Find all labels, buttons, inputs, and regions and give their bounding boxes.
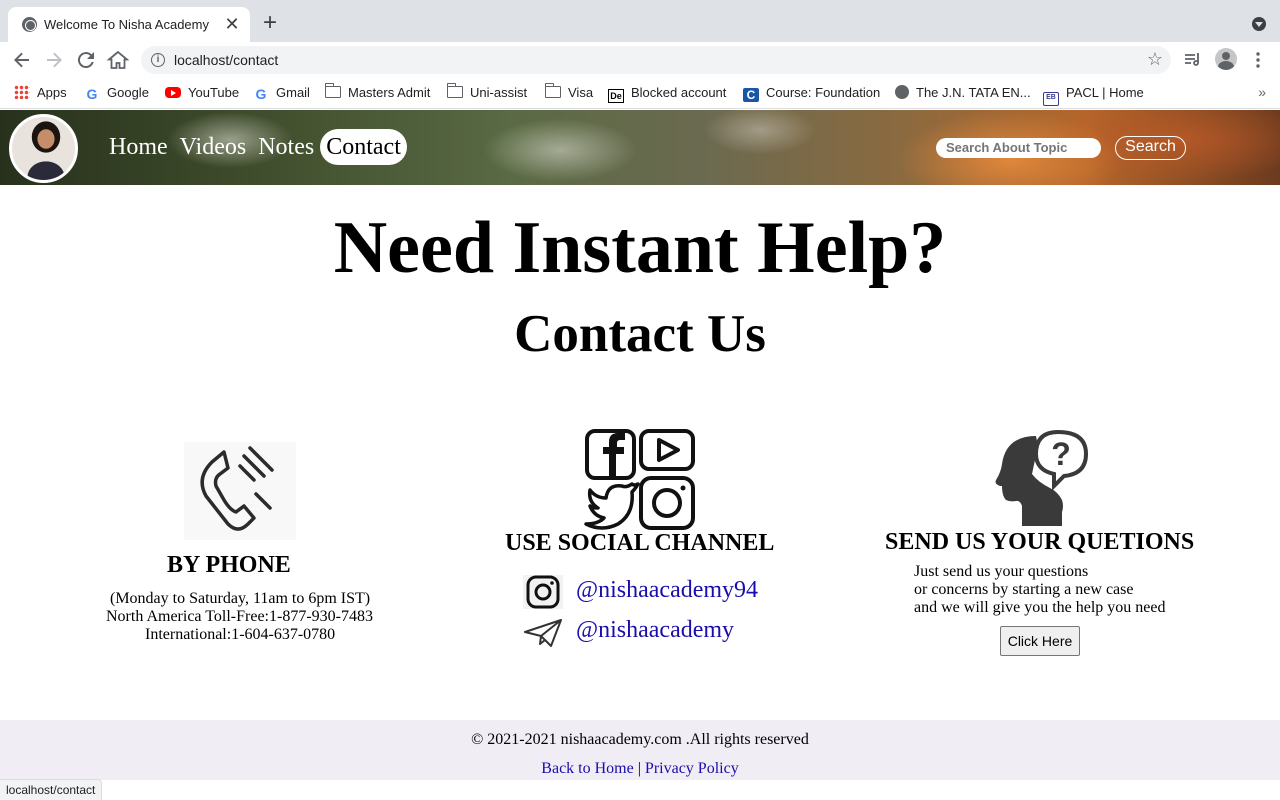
bookmarks-bar: Apps G Google YouTube G Gmail Masters Admi… xyxy=(0,78,1280,109)
svg-text:?: ? xyxy=(1051,436,1071,472)
site-footer: © 2021-2021 nishaacademy.com .All rights… xyxy=(0,720,1280,780)
reload-icon[interactable] xyxy=(74,48,98,72)
bookmark-jn-tata[interactable]: The J.N. TATA EN... xyxy=(895,84,1031,104)
menu-dots-icon[interactable] xyxy=(1246,48,1270,72)
privacy-policy-link[interactable]: Privacy Policy xyxy=(645,760,739,777)
footer-links: Back to Home | Privacy Policy xyxy=(0,760,1280,778)
bookmark-blocked-account[interactable]: De Blocked account xyxy=(608,84,726,104)
bookmark-pacl-home[interactable]: EB PACL | Home xyxy=(1043,84,1144,106)
site-header: Home Videos Notes Contact Search xyxy=(0,110,1280,185)
questions-title: SEND US YOUR QUETIONS xyxy=(885,529,1195,555)
telegram-icon[interactable] xyxy=(523,616,563,648)
bookmarks-overflow-icon[interactable]: » xyxy=(1258,84,1266,100)
questions-line-1: Just send us your questions xyxy=(914,563,1089,580)
instagram-icon[interactable] xyxy=(523,575,563,609)
coursera-icon: C xyxy=(743,88,759,102)
back-to-home-link[interactable]: Back to Home xyxy=(541,760,633,777)
telegram-link[interactable]: @nishaacademy xyxy=(576,617,734,644)
questions-line-3: and we will give you the help you need xyxy=(914,599,1166,616)
folder-icon xyxy=(446,83,463,98)
address-bar[interactable]: i localhost/contact ☆ xyxy=(141,46,1171,74)
social-title: USE SOCIAL CHANNEL xyxy=(505,530,775,556)
tab-close-button[interactable]: ✕ xyxy=(222,14,242,34)
nav-contact[interactable]: Contact xyxy=(320,129,407,165)
bookmark-course-foundation[interactable]: C Course: Foundation xyxy=(743,84,880,104)
phone-toll-free: North America Toll-Free:1-877-930-7483 xyxy=(106,608,373,625)
phone-hours: (Monday to Saturday, 11am to 6pm IST) xyxy=(110,590,371,607)
folder-icon xyxy=(544,83,561,98)
page-subtitle: Contact Us xyxy=(514,305,766,363)
phone-icon xyxy=(184,442,296,540)
bookmark-masters-admit[interactable]: Masters Admit xyxy=(324,83,430,104)
questions-line-2: or concerns by starting a new case xyxy=(914,581,1134,598)
footer-separator: | xyxy=(633,760,645,777)
nav-notes[interactable]: Notes xyxy=(252,129,320,165)
nav-videos[interactable]: Videos xyxy=(174,129,253,165)
nav-home[interactable]: Home xyxy=(103,129,174,165)
tab-search-icon[interactable] xyxy=(1252,17,1266,31)
bookmark-star-icon[interactable]: ☆ xyxy=(1147,49,1163,70)
youtube-icon xyxy=(165,87,181,98)
info-icon[interactable]: i xyxy=(151,53,165,67)
instagram-link[interactable]: @nishaacademy94 xyxy=(576,577,758,604)
de-icon: De xyxy=(608,89,624,103)
bookmark-gmail[interactable]: G Gmail xyxy=(253,84,310,104)
home-icon[interactable] xyxy=(106,48,130,72)
google-icon: G xyxy=(255,86,267,102)
social-media-icons xyxy=(584,428,696,530)
browser-toolbar: i localhost/contact ☆ xyxy=(0,42,1280,78)
bookmark-visa[interactable]: Visa xyxy=(544,83,593,104)
browser-tabstrip: Welcome To Nisha Academy ✕ + xyxy=(0,0,1280,42)
new-tab-button[interactable]: + xyxy=(258,11,282,35)
bookmark-google[interactable]: G Google xyxy=(84,84,149,104)
page-title: Need Instant Help? xyxy=(333,207,947,289)
question-head-icon: ? xyxy=(992,429,1089,526)
academy-logo-avatar[interactable] xyxy=(9,114,78,183)
url-text: localhost/contact xyxy=(174,52,279,68)
browser-tab[interactable]: Welcome To Nisha Academy ✕ xyxy=(8,7,250,42)
site-search-button[interactable]: Search xyxy=(1115,136,1186,160)
site-nav: Home Videos Notes Contact xyxy=(103,129,407,165)
site-search-input[interactable] xyxy=(936,138,1101,158)
reading-list-icon[interactable] xyxy=(1181,48,1205,72)
google-icon: G xyxy=(86,86,98,102)
forward-arrow-icon[interactable] xyxy=(42,48,66,72)
folder-icon xyxy=(324,83,341,98)
profile-avatar-icon[interactable] xyxy=(1215,48,1237,70)
phone-title: BY PHONE xyxy=(167,552,291,578)
pacl-icon: EB xyxy=(1043,92,1059,106)
phone-international: International:1-604-637-0780 xyxy=(145,626,336,643)
tab-title: Welcome To Nisha Academy xyxy=(44,17,209,32)
copyright-text: © 2021-2021 nishaacademy.com .All rights… xyxy=(471,731,809,748)
apps-icon xyxy=(14,85,30,99)
back-arrow-icon[interactable] xyxy=(10,48,34,72)
bookmark-youtube[interactable]: YouTube xyxy=(165,84,239,104)
globe-icon xyxy=(895,85,909,99)
bookmark-uni-assist[interactable]: Uni-assist xyxy=(446,83,527,104)
status-bar-url: localhost/contact xyxy=(0,779,103,800)
bookmark-apps[interactable]: Apps xyxy=(14,84,67,104)
globe-icon xyxy=(22,17,37,32)
click-here-button[interactable]: Click Here xyxy=(1000,626,1080,656)
